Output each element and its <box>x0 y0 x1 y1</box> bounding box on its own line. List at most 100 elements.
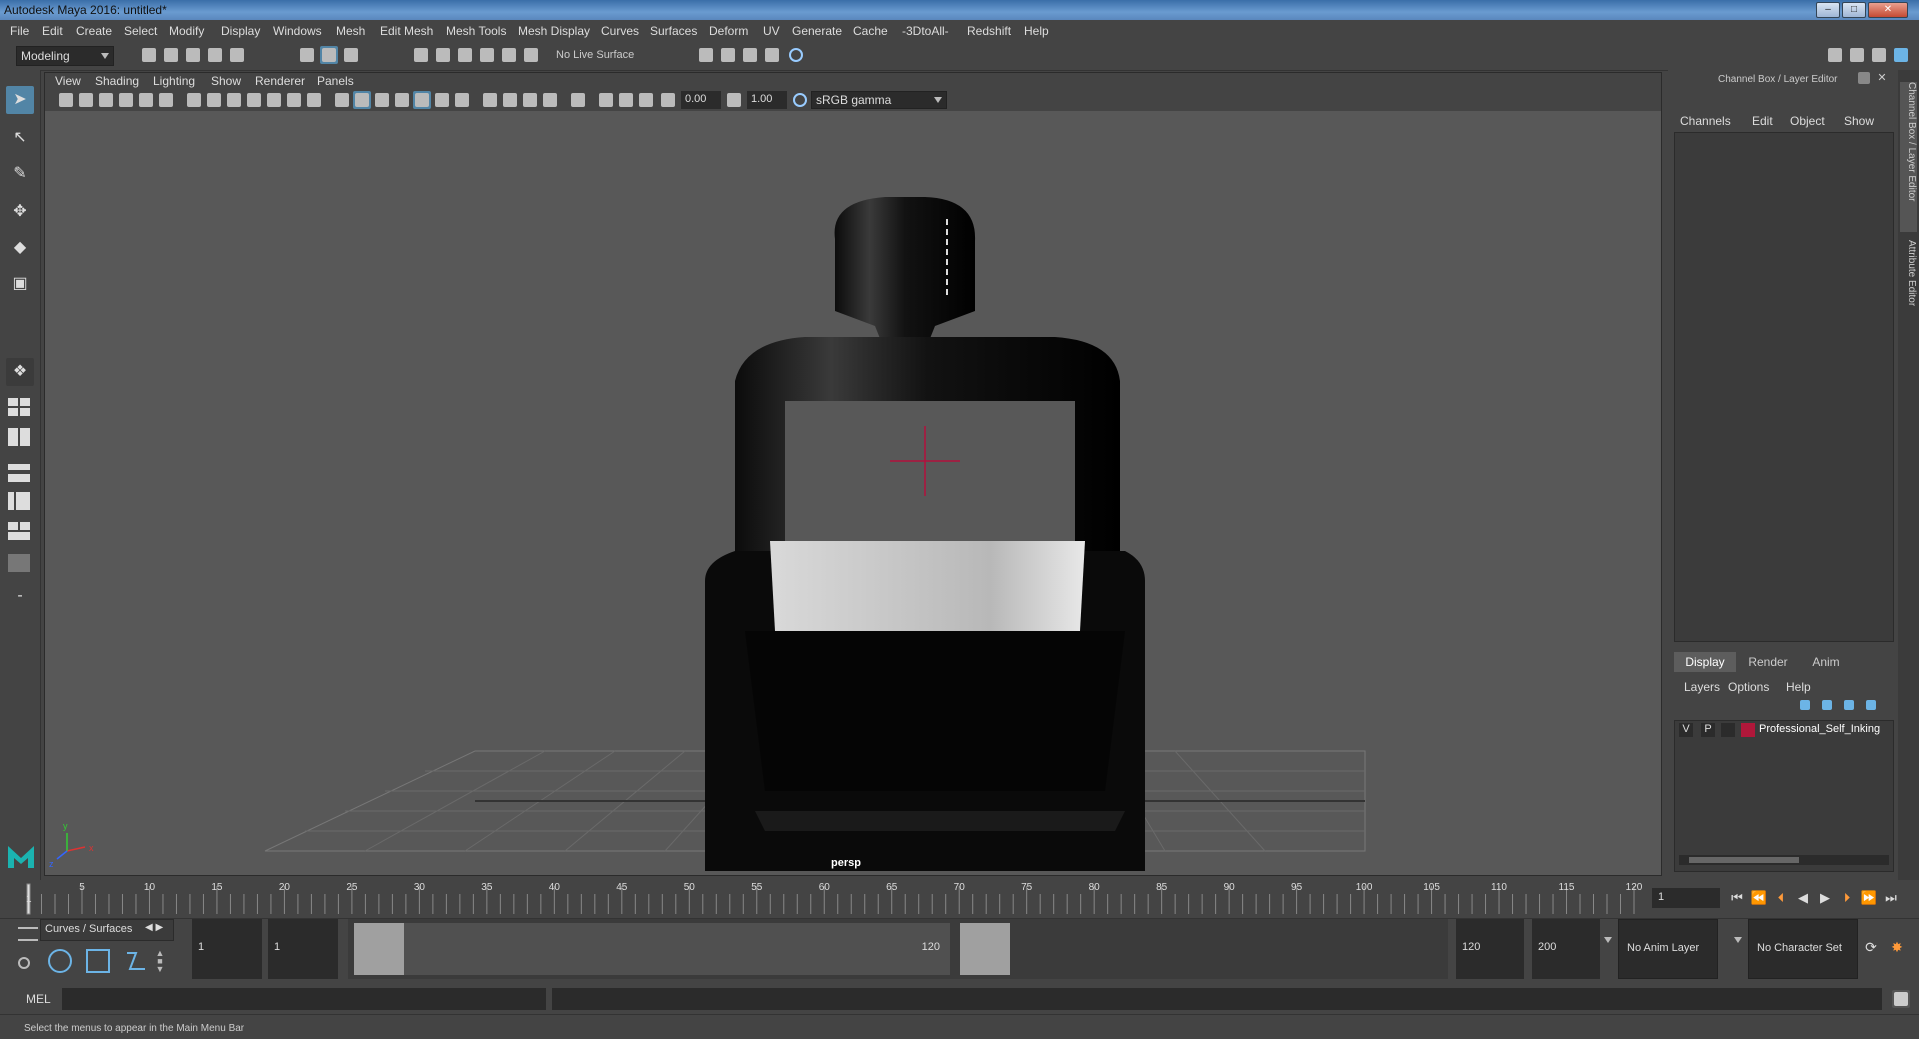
menu-mesh[interactable]: Mesh <box>336 24 365 38</box>
playback-end-field[interactable]: 120 <box>1456 919 1524 979</box>
menu-windows[interactable]: Windows <box>273 24 322 38</box>
layer-menu-help[interactable]: Help <box>1786 680 1811 694</box>
exposure-field[interactable]: 0.00 <box>681 91 721 109</box>
new-scene-icon[interactable] <box>140 46 158 64</box>
menu-edit[interactable]: Edit <box>42 24 63 38</box>
select-by-hierarchy-icon[interactable] <box>298 46 316 64</box>
range-slider-bar[interactable] <box>404 923 950 975</box>
viewport-canvas[interactable]: x y z <box>45 111 1661 875</box>
animation-end-field[interactable]: 200 <box>1532 919 1600 979</box>
panel-menu-panels[interactable]: Panels <box>317 74 354 88</box>
close-icon[interactable]: ✕ <box>1876 72 1888 84</box>
wireframe-icon[interactable] <box>333 91 351 109</box>
render-view-icon[interactable] <box>787 46 805 64</box>
menu-select[interactable]: Select <box>124 24 157 38</box>
layout-persp-graph-button[interactable] <box>6 520 34 542</box>
menu-3dtoall[interactable]: -3DtoAll- <box>902 24 949 38</box>
shelf-scroll-icon[interactable]: ▲ ■ ▼ <box>154 949 166 975</box>
scale-tool[interactable]: ▣ <box>6 270 34 298</box>
nurbs-circle-icon[interactable] <box>48 949 72 973</box>
range-slider-end-handle[interactable] <box>960 923 1010 975</box>
tab-attribute-editor[interactable]: Attribute Editor <box>1900 240 1917 340</box>
chevron-down-icon[interactable] <box>1604 937 1612 943</box>
layout-outliner-persp-button[interactable] <box>6 462 34 484</box>
tab-display[interactable]: Display <box>1674 652 1736 672</box>
layer-scrollbar-thumb[interactable] <box>1689 857 1799 863</box>
lasso-tool[interactable]: ↖ <box>6 124 34 152</box>
menu-modify[interactable]: Modify <box>169 24 204 38</box>
snap-grid-icon[interactable] <box>412 46 430 64</box>
panel-menu-renderer[interactable]: Renderer <box>255 74 305 88</box>
layout-four-view-button[interactable] <box>6 396 34 418</box>
exposure-icon[interactable] <box>659 91 677 109</box>
channel-box-menu-object[interactable]: Object <box>1790 114 1825 128</box>
script-editor-icon[interactable] <box>1892 990 1910 1008</box>
command-input[interactable] <box>62 988 546 1010</box>
render-settings-icon[interactable] <box>741 46 759 64</box>
channel-box-menu-channels[interactable]: Channels <box>1680 114 1731 128</box>
menu-create[interactable]: Create <box>76 24 112 38</box>
anti-aliasing-icon[interactable] <box>521 91 539 109</box>
camera-attributes-icon[interactable] <box>77 91 95 109</box>
select-by-component-icon[interactable] <box>342 46 360 64</box>
gamma-field[interactable]: 1.00 <box>747 91 787 109</box>
layout-hypershade-button[interactable] <box>6 552 34 574</box>
default-material-icon[interactable] <box>373 91 391 109</box>
menu-deform[interactable]: Deform <box>709 24 748 38</box>
menu-display[interactable]: Display <box>221 24 260 38</box>
select-camera-icon[interactable] <box>57 91 75 109</box>
render-current-frame-icon[interactable] <box>697 46 715 64</box>
gamma-icon[interactable] <box>725 91 743 109</box>
undo-icon[interactable] <box>206 46 224 64</box>
panel-menu-view[interactable]: View <box>55 74 81 88</box>
tab-render[interactable]: Render <box>1740 652 1796 672</box>
paint-select-tool[interactable]: ✎ <box>6 160 34 188</box>
command-language-label[interactable]: MEL <box>26 992 51 1006</box>
isolate-select-icon[interactable] <box>569 91 587 109</box>
outliner-toggle-icon[interactable] <box>1848 46 1866 64</box>
auto-key-icon[interactable]: ⟳ <box>1862 939 1880 957</box>
menu-file[interactable]: File <box>10 24 29 38</box>
select-by-object-icon[interactable] <box>320 46 338 64</box>
step-forward-key-icon[interactable]: ⏵ <box>1838 890 1856 908</box>
channel-box-toggle-icon[interactable] <box>1892 46 1910 64</box>
x-ray-icon[interactable] <box>597 91 615 109</box>
make-live-icon[interactable] <box>522 46 540 64</box>
step-back-icon[interactable]: ⏪ <box>1750 890 1768 908</box>
chevron-down-icon[interactable] <box>1734 937 1742 943</box>
film-gate-icon[interactable] <box>205 91 223 109</box>
minimize-button[interactable]: – <box>1816 2 1840 18</box>
layer-reference-toggle[interactable] <box>1721 723 1735 737</box>
menu-redshift[interactable]: Redshift <box>967 24 1011 38</box>
safe-title-icon[interactable] <box>305 91 323 109</box>
menu-mesh-display[interactable]: Mesh Display <box>518 24 590 38</box>
select-tool[interactable]: ➤ <box>6 86 34 114</box>
range-slider-start-handle[interactable] <box>354 923 404 975</box>
layout-side-by-side-button[interactable] <box>6 426 34 448</box>
panel-menu-shading[interactable]: Shading <box>95 74 139 88</box>
menu-surfaces[interactable]: Surfaces <box>650 24 697 38</box>
layer-color-swatch[interactable] <box>1741 723 1755 737</box>
x-ray-joints-icon[interactable] <box>637 91 655 109</box>
gate-mask-icon[interactable] <box>245 91 263 109</box>
ipr-render-icon[interactable] <box>719 46 737 64</box>
resolution-gate-icon[interactable] <box>225 91 243 109</box>
layer-playback-toggle[interactable]: P <box>1701 723 1715 737</box>
step-back-key-icon[interactable]: ⏴ <box>1772 890 1790 908</box>
shelf-settings-icon[interactable] <box>18 957 30 969</box>
anim-layer-dropdown[interactable]: No Anim Layer <box>1618 919 1718 979</box>
channel-box-menu-show[interactable]: Show <box>1844 114 1874 128</box>
tab-channel-box-layer-editor[interactable]: Channel Box / Layer Editor <box>1900 82 1917 232</box>
hypershade-icon[interactable] <box>763 46 781 64</box>
go-to-end-icon[interactable]: ⏭ <box>1882 890 1900 908</box>
panel-menu-show[interactable]: Show <box>211 74 241 88</box>
channel-box-menu-edit[interactable]: Edit <box>1752 114 1773 128</box>
layer-list[interactable]: V P Professional_Self_Inking <box>1674 720 1894 872</box>
view-transform-dropdown[interactable]: sRGB gamma <box>811 91 947 109</box>
time-slider[interactable]: 1 5 10 15 20 25 30 35 40 45 50 55 60 65 70 75 80 85 90 95 1… <box>0 880 1919 918</box>
tool-settings-icon[interactable] <box>1870 46 1888 64</box>
character-set-dropdown[interactable]: No Character Set <box>1748 919 1858 979</box>
color-management-icon[interactable] <box>791 91 809 109</box>
play-forward-icon[interactable]: ▶ <box>1816 890 1834 908</box>
maximize-button[interactable]: □ <box>1842 2 1866 18</box>
